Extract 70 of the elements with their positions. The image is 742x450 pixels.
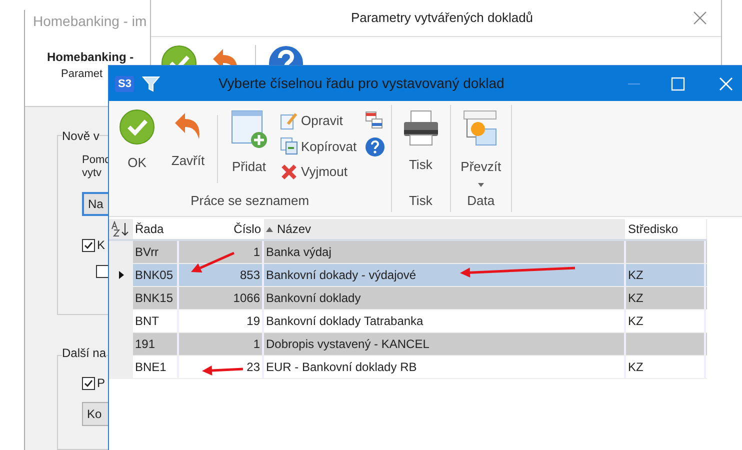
sort-ascending-icon bbox=[266, 226, 273, 232]
table-row[interactable]: BNK15 1066 Bankovní doklady KZ bbox=[109, 287, 707, 310]
table-row[interactable]: BVrr 1 Banka výdaj bbox=[109, 241, 707, 264]
pointer-arrow bbox=[191, 252, 234, 273]
help-icon[interactable] bbox=[364, 137, 385, 157]
table-cell-text: 191 bbox=[135, 336, 156, 353]
close-icon[interactable] bbox=[693, 11, 707, 25]
table-cell-text: 1 bbox=[253, 336, 260, 353]
table-cell-text: BNK15 bbox=[135, 290, 174, 307]
checkbox-label: K bbox=[97, 237, 106, 254]
ribbon-group-label: Tisk bbox=[408, 192, 434, 210]
copy-button[interactable]: Kopírovat bbox=[280, 136, 357, 156]
app-badge: S3 bbox=[115, 76, 134, 92]
edit-document-icon bbox=[280, 112, 298, 130]
maximize-icon[interactable] bbox=[671, 76, 685, 90]
table-cell-text: 23 bbox=[246, 359, 260, 376]
print-button[interactable]: Tisk bbox=[398, 107, 444, 190]
checkbox-label: P bbox=[97, 375, 106, 392]
table-cell-text: BNT bbox=[135, 313, 159, 330]
checkbox[interactable] bbox=[96, 265, 109, 278]
column-header[interactable]: Středisko bbox=[626, 219, 706, 239]
sort-icon[interactable] bbox=[111, 221, 131, 237]
ribbon-group-label: Data bbox=[466, 192, 496, 210]
ok-button[interactable]: OK bbox=[115, 107, 159, 190]
column-header[interactable]: Řada bbox=[133, 219, 179, 239]
window-title: Homebanking - im bbox=[33, 12, 147, 31]
checkbox[interactable] bbox=[82, 238, 95, 252]
table-cell-text: Bankovní doklady bbox=[266, 290, 361, 307]
table-row[interactable]: BNK05 853 Bankovní dokady - výdajové KZ bbox=[109, 264, 707, 287]
window-title: Vyberte číselnou řadu pro vystavovaný doklad bbox=[218, 74, 506, 93]
ribbon-group-label: Práce se seznamem bbox=[190, 192, 310, 210]
documents-icon[interactable] bbox=[364, 111, 383, 129]
delete-button[interactable]: Vyjmout bbox=[280, 162, 357, 182]
filter-icon[interactable] bbox=[142, 76, 160, 92]
dialog-heading: Homebanking - bbox=[47, 50, 134, 64]
table-cell-text: Dobropis vystavený - KANCEL bbox=[266, 336, 430, 353]
import-button[interactable]: Převzít bbox=[456, 107, 506, 190]
edit-button[interactable]: Opravit bbox=[280, 111, 357, 130]
table-cell-text: Bankovní dokady - výdajové bbox=[266, 267, 416, 284]
window-title: Parametry vytvářených dokladů bbox=[350, 9, 534, 28]
table-cell-text: BVrr bbox=[135, 244, 159, 261]
table-row[interactable]: 191 1 Dobropis vystavený - KANCEL bbox=[109, 333, 707, 356]
checkbox[interactable] bbox=[82, 376, 95, 390]
table-cell-text: KZ bbox=[628, 359, 644, 376]
table-row[interactable]: BNE1 23 EUR - Bankovní doklady RB KZ bbox=[109, 356, 707, 379]
table-cell-text: 1 bbox=[253, 244, 260, 261]
column-header[interactable]: Číslo bbox=[179, 219, 264, 239]
table-cell-text: 19 bbox=[246, 313, 260, 330]
printer-icon bbox=[402, 109, 440, 147]
pointer-arrow bbox=[202, 366, 244, 376]
delete-icon bbox=[280, 162, 298, 181]
copy-icon bbox=[280, 137, 298, 156]
table-cell-text: KZ bbox=[628, 267, 644, 284]
table-cell-text: BNK05 bbox=[135, 267, 174, 284]
description-text: vytv bbox=[82, 167, 102, 180]
table-cell-text: 853 bbox=[240, 267, 260, 284]
add-button[interactable]: Přidat bbox=[226, 107, 272, 190]
close-button[interactable]: Zavřít bbox=[167, 107, 209, 190]
dialog-subheading: Paramet bbox=[61, 67, 103, 82]
table-cell-text: EUR - Bankovní doklady RB bbox=[266, 359, 417, 376]
table-cell-text: BNE1 bbox=[135, 359, 166, 376]
table-cell-text: KZ bbox=[628, 290, 644, 307]
add-window-icon bbox=[230, 109, 268, 149]
table-cell-text: 1066 bbox=[233, 290, 260, 307]
table-row[interactable]: BNT 19 Bankovní doklady Tatrabanka KZ bbox=[109, 310, 707, 333]
current-row-icon bbox=[118, 271, 124, 279]
checkmark-icon bbox=[119, 109, 155, 145]
table-cell-text: KZ bbox=[628, 313, 644, 330]
table-cell-text: Bankovní doklady Tatrabanka bbox=[266, 313, 424, 330]
table-cell-text: Banka výdaj bbox=[266, 244, 332, 261]
